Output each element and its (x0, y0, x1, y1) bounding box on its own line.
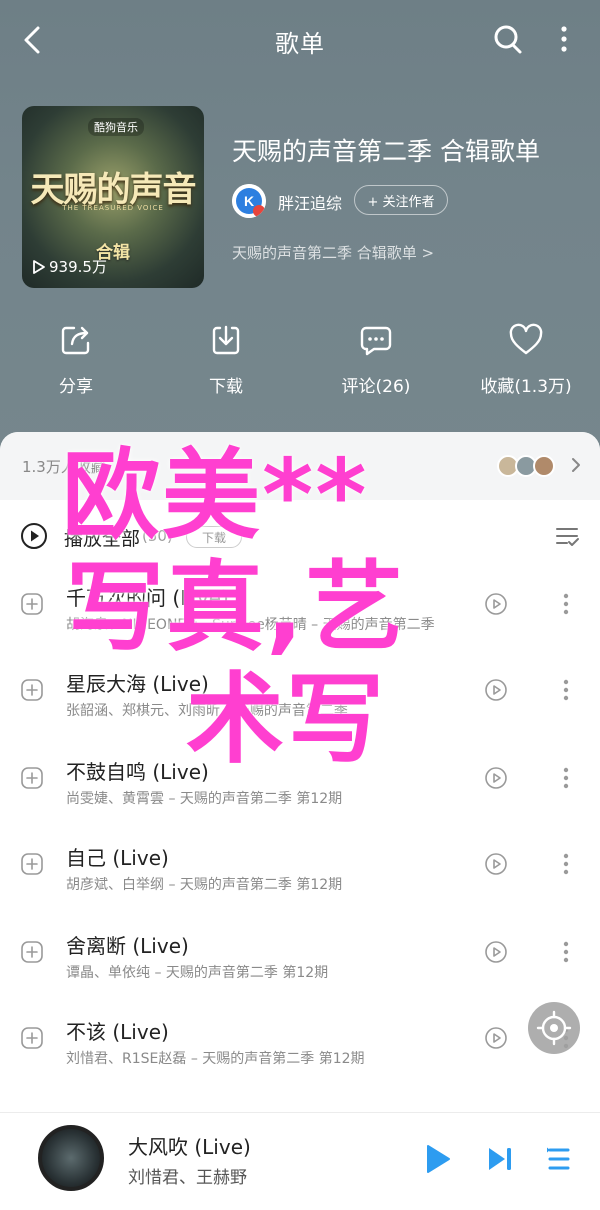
song-more-icon[interactable] (556, 850, 576, 878)
cover-logo-subtitle: THE TREASURED VOICE (62, 204, 164, 212)
next-track-icon[interactable] (486, 1145, 514, 1173)
heart-icon (509, 323, 543, 355)
play-count: 939.5万 (32, 256, 107, 277)
play-circle-icon[interactable] (20, 522, 48, 550)
mv-play-icon[interactable] (484, 678, 508, 702)
playlist-title: 天赐的声音第二季 合辑歌单 (232, 137, 540, 166)
locate-current-button[interactable] (528, 1002, 580, 1054)
song-title: 不鼓自鸣 (Live) (66, 760, 209, 784)
song-artist-album: 谭晶、单依纯 – 天赐的声音第二季 第12期 (66, 965, 329, 981)
song-artist-album: 胡彦斌、白举纲 – 天赐的声音第二季 第12期 (66, 877, 343, 893)
playlist-queue-icon[interactable] (546, 1145, 572, 1173)
add-to-list-icon[interactable] (20, 940, 44, 964)
now-playing-title: 大风吹 (Live) (128, 1135, 251, 1159)
mv-play-icon[interactable] (484, 852, 508, 876)
add-to-list-icon[interactable] (20, 852, 44, 876)
favorite-action[interactable]: 收藏(1.3万) (466, 322, 586, 402)
playlist-header: 歌单 酷狗音乐 天赐的声音 THE TREASURED VOICE 合辑 939… (0, 0, 600, 480)
download-label: 下载 (209, 377, 243, 397)
batch-download-button[interactable]: 下载 (186, 526, 242, 548)
playlist-description-link[interactable]: 天赐的声音第二季 合辑歌单 > (232, 242, 434, 263)
collectors-row[interactable]: 1.3万人收藏 (0, 432, 600, 500)
song-count: (50) (142, 527, 173, 545)
follow-creator-button[interactable]: + 关注作者 (354, 185, 448, 215)
top-bar: 歌单 (0, 0, 600, 80)
song-row[interactable]: 舍离断 (Live) 谭晶、单依纯 – 天赐的声音第二季 第12期 (0, 910, 600, 996)
comment-icon (360, 326, 392, 356)
playlist-cover[interactable]: 酷狗音乐 天赐的声音 THE TREASURED VOICE 合辑 939.5万 (22, 106, 204, 288)
song-title: 舍离断 (Live) (66, 934, 189, 958)
song-title: 千万次的问 (Live) (66, 586, 229, 610)
mini-player[interactable]: 大风吹 (Live) 刘惜君、王赫野 (0, 1112, 600, 1210)
download-icon (212, 325, 240, 355)
play-outline-icon (33, 259, 45, 274)
favorite-label: 收藏(1.3万) (480, 377, 572, 397)
song-title: 自己 (Live) (66, 846, 169, 870)
cover-brand-label: 酷狗音乐 (88, 118, 144, 136)
locate-icon (536, 1010, 572, 1046)
download-action[interactable]: 下载 (166, 322, 286, 402)
play-all-row[interactable]: 播放全部 (50) 下载 (0, 500, 600, 570)
now-playing-artwork[interactable] (38, 1125, 104, 1191)
more-vertical-icon[interactable] (552, 22, 576, 56)
play-all-label: 播放全部 (64, 528, 141, 550)
comment-action[interactable]: 评论(26) (316, 322, 436, 402)
add-to-list-icon[interactable] (20, 766, 44, 790)
add-to-list-icon[interactable] (20, 592, 44, 616)
song-title: 不该 (Live) (66, 1020, 169, 1044)
mv-play-icon[interactable] (484, 766, 508, 790)
play-icon[interactable] (424, 1143, 452, 1175)
add-to-list-icon[interactable] (20, 1026, 44, 1050)
play-count-value: 939.5万 (49, 258, 107, 276)
song-row[interactable]: 不该 (Live) 刘惜君、R1SE赵磊 – 天赐的声音第二季 第12期 (0, 996, 600, 1082)
now-playing-artist: 刘惜君、王赫野 (128, 1168, 247, 1188)
mv-play-icon[interactable] (484, 1026, 508, 1050)
list-manage-icon[interactable] (554, 524, 580, 548)
comment-label: 评论(26) (341, 377, 411, 397)
add-to-list-icon[interactable] (20, 678, 44, 702)
collectors-count: 1.3万人收藏 (22, 458, 106, 476)
song-artist-album: 刘惜君、R1SE赵磊 – 天赐的声音第二季 第12期 (66, 1051, 365, 1067)
song-artist-album: 张韶涵、郑棋元、刘雨昕 – 天赐的声音第二季 (66, 703, 348, 719)
creator-avatar[interactable]: K (232, 184, 266, 218)
song-artist-album: 尚雯婕、黄霄雲 – 天赐的声音第二季 第12期 (66, 791, 343, 807)
share-icon (61, 326, 90, 355)
search-icon[interactable] (492, 22, 524, 56)
song-row[interactable]: 星辰大海 (Live) 张韶涵、郑棋元、刘雨昕 – 天赐的声音第二季 (0, 648, 600, 734)
song-more-icon[interactable] (556, 676, 576, 704)
song-artist-album: 胡海泉、NINEONE#、Sunnee杨芸晴 – 天赐的声音第二季 (66, 617, 435, 633)
share-action[interactable]: 分享 (16, 322, 136, 402)
song-row[interactable]: 千万次的问 (Live) 胡海泉、NINEONE#、Sunnee杨芸晴 – 天赐的… (0, 562, 600, 648)
song-more-icon[interactable] (556, 764, 576, 792)
song-more-icon[interactable] (556, 938, 576, 966)
song-row[interactable]: 不鼓自鸣 (Live) 尚雯婕、黄霄雲 – 天赐的声音第二季 第12期 (0, 736, 600, 822)
svg-text:K: K (244, 193, 254, 209)
collector-avatars (497, 455, 555, 477)
creator-name[interactable]: 胖汪追综 (278, 190, 342, 214)
song-title: 星辰大海 (Live) (66, 672, 209, 696)
song-more-icon[interactable] (556, 590, 576, 618)
song-row[interactable]: 自己 (Live) 胡彦斌、白举纲 – 天赐的声音第二季 第12期 (0, 822, 600, 908)
mv-play-icon[interactable] (484, 940, 508, 964)
mv-play-icon[interactable] (484, 592, 508, 616)
chevron-right-icon (572, 458, 580, 472)
share-label: 分享 (59, 377, 93, 397)
